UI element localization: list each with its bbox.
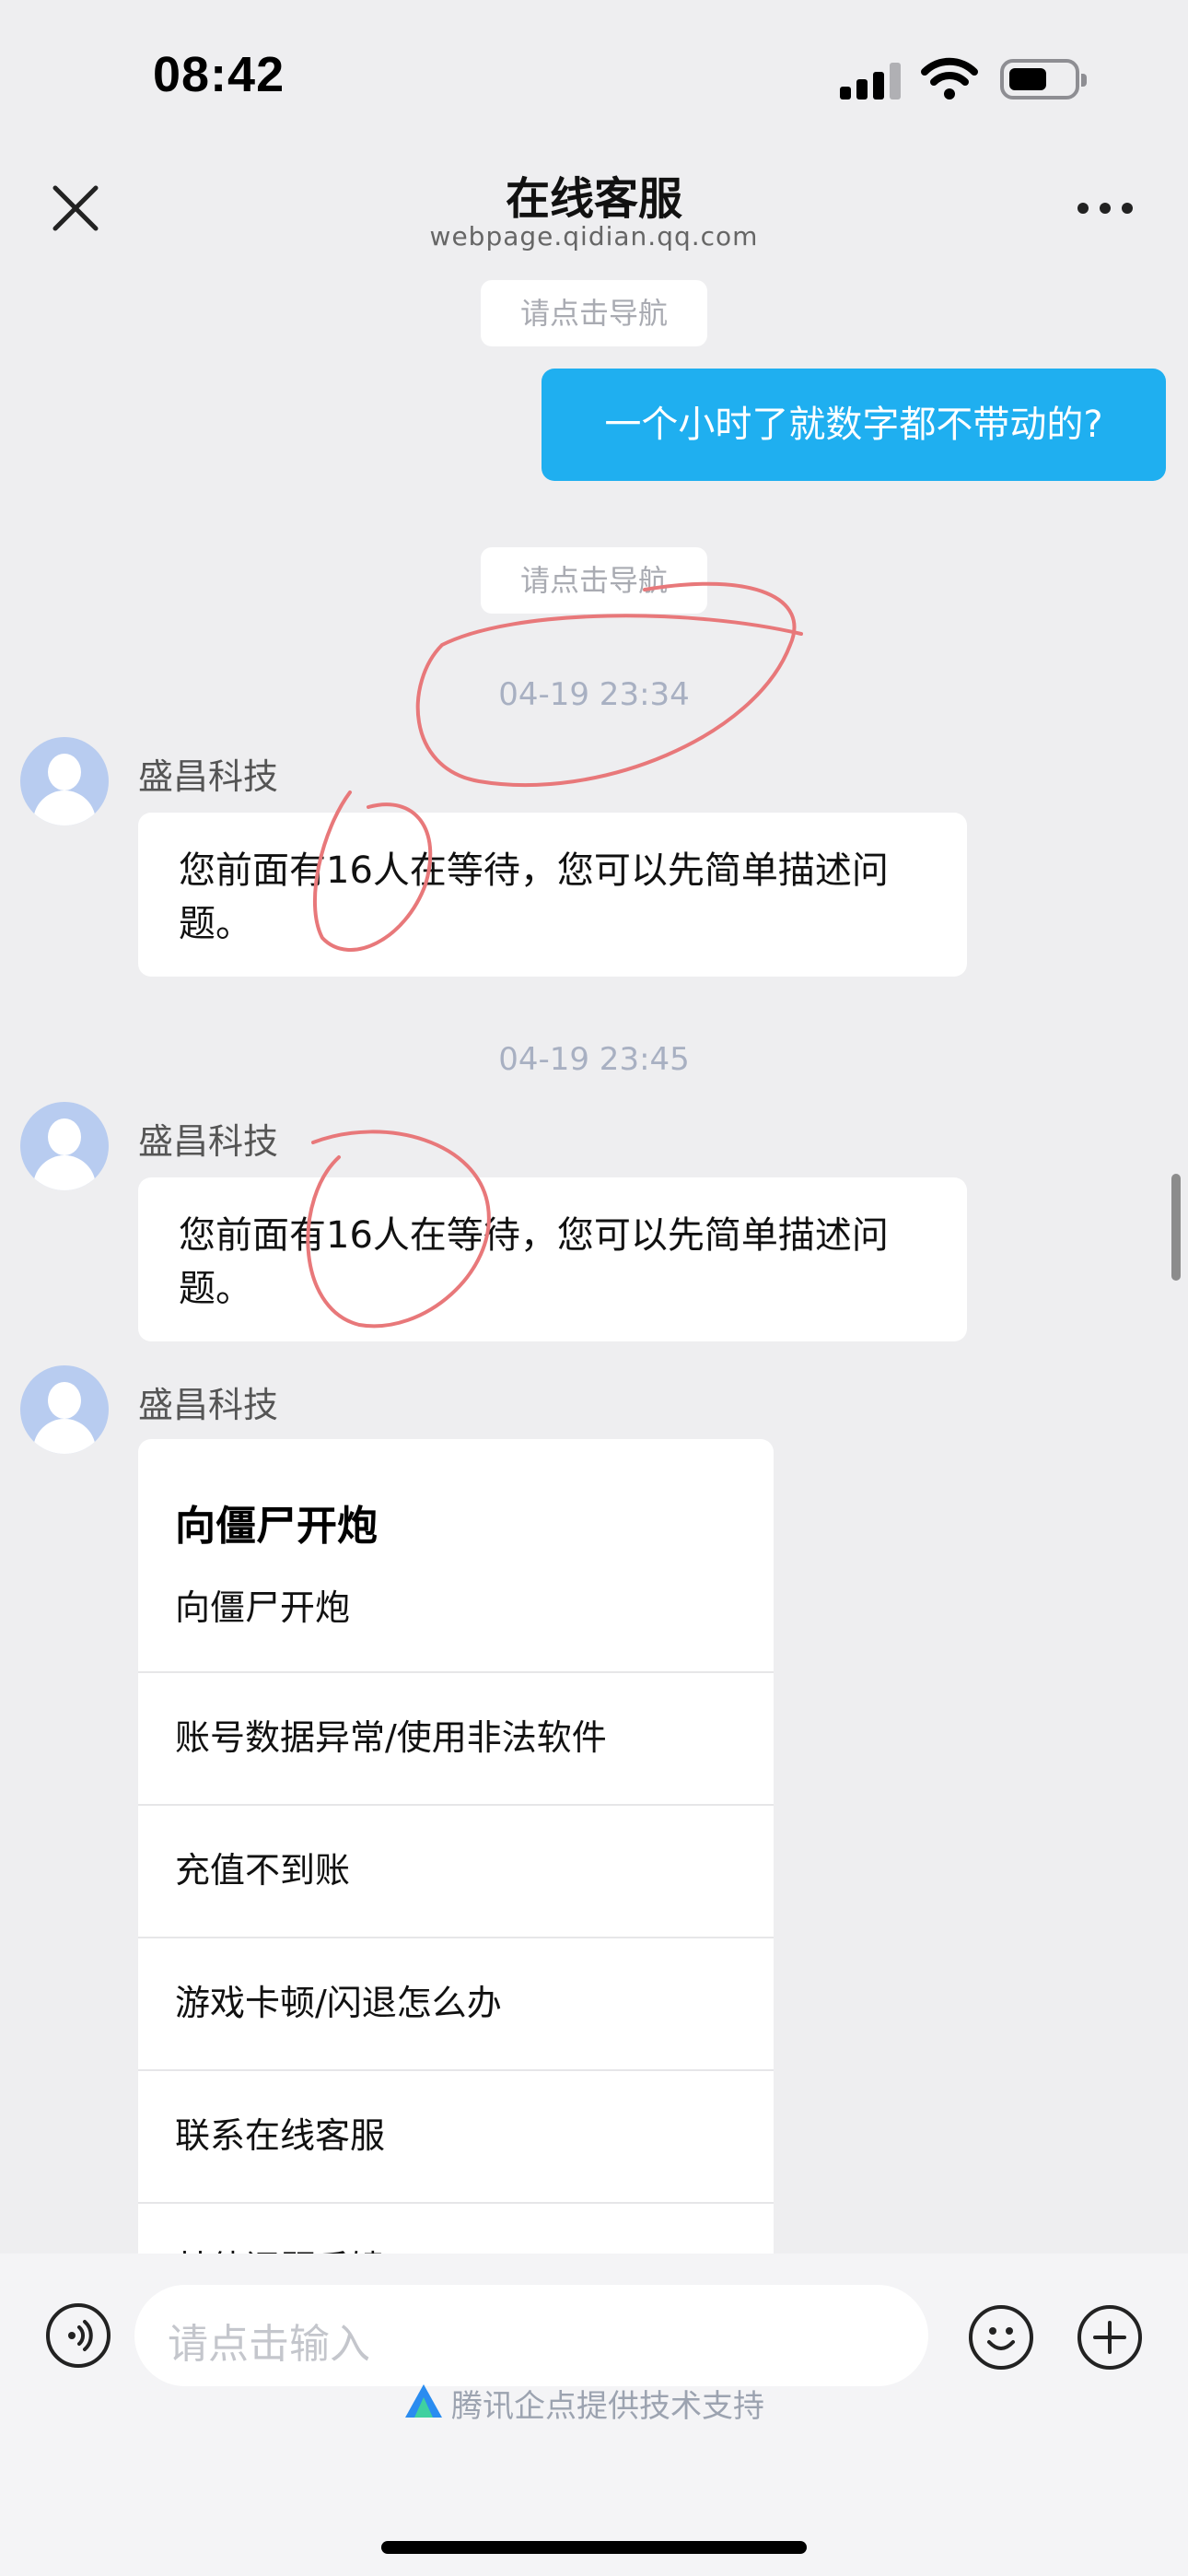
menu-subtitle: 向僵尸开炮 xyxy=(175,1587,351,1628)
home-indicator[interactable] xyxy=(381,2541,807,2554)
agent-name: 盛昌科技 xyxy=(138,756,279,797)
cellular-signal-icon xyxy=(840,63,901,100)
message-input-placeholder: 请点击输入 xyxy=(168,2321,370,2368)
wifi-icon xyxy=(921,57,978,101)
menu-item[interactable]: 联系在线客服 xyxy=(138,2069,774,2202)
agent-avatar xyxy=(20,1102,109,1190)
emoji-icon[interactable] xyxy=(969,2305,1033,2370)
battery-icon xyxy=(1000,59,1087,100)
agent-avatar xyxy=(20,1365,109,1454)
scrollbar[interactable] xyxy=(1171,1174,1181,1281)
agent-avatar xyxy=(20,737,109,825)
status-time: 08:42 xyxy=(153,47,285,102)
message-timestamp: 04-19 23:45 xyxy=(498,1041,690,1078)
more-dots-icon[interactable] xyxy=(1077,199,1136,217)
plus-icon[interactable] xyxy=(1077,2305,1142,2370)
menu-title: 向僵尸开炮 xyxy=(175,1503,378,1550)
nav-hint-button[interactable]: 请点击导航 xyxy=(481,547,707,614)
agent-name: 盛昌科技 xyxy=(138,1121,279,1162)
agent-message-bubble: 您前面有16人在等待，您可以先简单描述问题。 xyxy=(138,813,967,977)
user-message-bubble: 一个小时了就数字都不带动的? xyxy=(542,369,1166,481)
tencent-qidian-logo-icon xyxy=(403,2383,444,2419)
voice-icon[interactable] xyxy=(46,2303,111,2368)
agent-name: 盛昌科技 xyxy=(138,1385,279,1425)
menu-item[interactable]: 账号数据异常/使用非法软件 xyxy=(138,1671,774,1804)
menu-item[interactable]: 游戏卡顿/闪退怎么办 xyxy=(138,1937,774,2069)
message-timestamp: 04-19 23:34 xyxy=(498,676,690,713)
page-subtitle: webpage.qidian.qq.com xyxy=(429,221,759,252)
menu-item[interactable]: 充值不到账 xyxy=(138,1804,774,1937)
page-title: 在线客服 xyxy=(505,173,682,225)
nav-hint-button[interactable]: 请点击导航 xyxy=(481,280,707,346)
agent-message-bubble: 您前面有16人在等待，您可以先简单描述问题。 xyxy=(138,1177,967,1341)
quick-menu-card: 向僵尸开炮 向僵尸开炮 账号数据异常/使用非法软件 充值不到账 游戏卡顿/闪退怎… xyxy=(138,1439,774,2268)
powered-by-text: 腾讯企点提供技术支持 xyxy=(451,2388,764,2425)
